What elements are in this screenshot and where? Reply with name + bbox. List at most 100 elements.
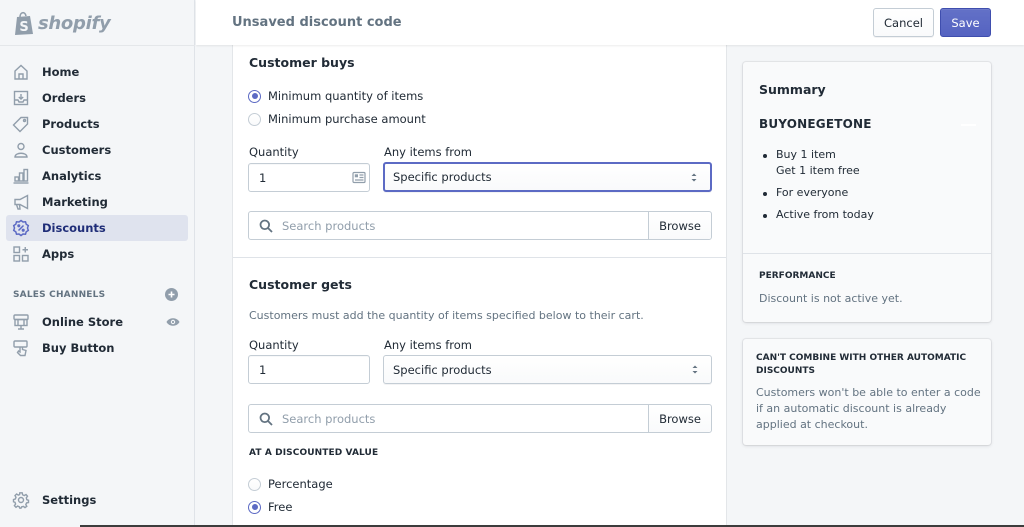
buys-quantity-input[interactable]: 1	[248, 163, 370, 192]
buys-quantity-label: Quantity	[249, 145, 299, 159]
combine-notice-card: CAN'T COMBINE WITH OTHER AUTOMATIC DISCO…	[743, 339, 991, 445]
summary-item: For everyone	[760, 185, 874, 201]
plus-circle-icon[interactable]	[165, 288, 178, 301]
performance-text: Discount is not active yet.	[759, 292, 903, 305]
sidebar-item-label: Online Store	[42, 315, 123, 329]
gets-quantity-value: 1	[259, 362, 267, 377]
gets-browse-button[interactable]: Browse	[648, 405, 711, 432]
gets-search-input[interactable]: Search products	[249, 405, 648, 432]
orders-inbox-icon	[12, 89, 30, 107]
settings-nav: Settings	[6, 487, 188, 513]
radio-free[interactable]: Free	[248, 500, 292, 514]
page-title: Unsaved discount code	[232, 15, 402, 30]
code-decoration	[961, 124, 976, 126]
buys-items-from-label: Any items from	[384, 145, 473, 159]
summary-item: Buy 1 item Get 1 item free	[760, 147, 874, 179]
discount-form-card: Customer buys Minimum quantity of items …	[232, 45, 727, 527]
tag-icon	[12, 115, 30, 133]
sidebar-item-buy-button[interactable]: Buy Button	[6, 335, 188, 361]
gets-product-search: Search products Browse	[248, 404, 712, 433]
top-bar: Unsaved discount code Cancel Save	[196, 0, 1024, 45]
search-placeholder: Search products	[282, 218, 376, 233]
cancel-button[interactable]: Cancel	[873, 8, 934, 37]
sidebar-item-settings[interactable]: Settings	[6, 487, 188, 513]
sidebar-item-orders[interactable]: Orders	[6, 85, 188, 111]
gets-items-from-value: Specific products	[393, 362, 492, 377]
sidebar-item-customers[interactable]: Customers	[6, 137, 188, 163]
sidebar-item-products[interactable]: Products	[6, 111, 188, 137]
home-icon	[12, 63, 30, 81]
sidebar-item-label: Orders	[42, 91, 86, 105]
gear-icon	[12, 491, 30, 509]
apps-grid-icon	[12, 245, 30, 263]
radio-button-checked[interactable]	[248, 500, 261, 514]
summary-line: Active from today	[776, 208, 874, 221]
shopify-logo[interactable]: S shopify	[13, 9, 111, 37]
buys-browse-button[interactable]: Browse	[648, 212, 711, 239]
sidebar-item-label: Discounts	[42, 221, 106, 235]
gets-items-from-select[interactable]: Specific products	[383, 355, 712, 384]
divider	[0, 45, 195, 46]
sales-channels-title: SALES CHANNELS	[13, 289, 106, 300]
main-nav: Home Orders Products Customers Analytics	[6, 59, 188, 267]
svg-text:S: S	[19, 20, 28, 35]
buys-search-input[interactable]: Search products	[249, 212, 648, 239]
radio-minimum-purchase-amount[interactable]: Minimum purchase amount	[248, 112, 426, 126]
summary-item: Active from today	[760, 207, 874, 223]
summary-title: Summary	[759, 82, 826, 97]
shopify-bag-icon: S	[15, 11, 33, 35]
select-arrows-icon	[692, 365, 698, 374]
sidebar: S shopify Home Orders Products Customers…	[0, 0, 195, 527]
radio-button[interactable]	[248, 112, 261, 126]
customer-gets-title: Customer gets	[249, 277, 352, 292]
sidebar-item-analytics[interactable]: Analytics	[6, 163, 188, 189]
sidebar-item-discounts[interactable]: Discounts	[6, 215, 188, 241]
buys-items-from-value: Specific products	[393, 170, 492, 184]
radio-label: Percentage	[268, 477, 333, 491]
radio-label: Free	[268, 500, 293, 514]
eye-icon[interactable]	[166, 317, 180, 327]
person-icon	[12, 141, 30, 159]
buys-items-from-select[interactable]: Specific products	[383, 162, 712, 192]
bar-chart-icon	[12, 167, 30, 185]
discount-code-name: BUYONEGETONE	[759, 117, 872, 131]
radio-button[interactable]	[248, 477, 261, 491]
combine-text: Customers won't be able to enter a code …	[756, 386, 981, 431]
sales-channels-header: SALES CHANNELS	[13, 288, 178, 301]
buys-product-search: Search products Browse	[248, 211, 712, 240]
radio-minimum-quantity[interactable]: Minimum quantity of items	[248, 89, 423, 103]
card-divider	[743, 253, 991, 254]
sidebar-item-label: Customers	[42, 143, 112, 157]
sidebar-item-label: Apps	[42, 247, 75, 261]
buy-button-icon	[12, 339, 30, 357]
discounted-value-label: AT A DISCOUNTED VALUE	[249, 448, 379, 458]
radio-label: Minimum quantity of items	[268, 89, 424, 103]
customer-gets-help-text: Customers must add the quantity of items…	[249, 309, 644, 322]
brand-name: shopify	[38, 12, 111, 34]
combine-title: CAN'T COMBINE WITH OTHER AUTOMATIC DISCO…	[756, 353, 967, 376]
sidebar-item-home[interactable]: Home	[6, 59, 188, 85]
sidebar-item-online-store[interactable]: Online Store	[6, 309, 188, 335]
radio-label: Minimum purchase amount	[268, 112, 426, 126]
select-arrows-icon	[691, 173, 697, 182]
radio-percentage[interactable]: Percentage	[248, 477, 333, 491]
storefront-icon	[12, 313, 30, 331]
sidebar-item-marketing[interactable]: Marketing	[6, 189, 188, 215]
sidebar-item-label: Analytics	[42, 169, 102, 183]
summary-line: For everyone	[776, 186, 849, 199]
radio-button-checked[interactable]	[248, 89, 261, 103]
search-placeholder: Search products	[282, 411, 376, 426]
sidebar-item-label: Home	[42, 65, 80, 79]
sidebar-item-label: Settings	[42, 493, 97, 507]
summary-card: Summary BUYONEGETONE Buy 1 item Get 1 it…	[743, 62, 991, 322]
gets-quantity-input[interactable]: 1	[248, 355, 370, 384]
megaphone-icon	[12, 193, 30, 211]
performance-title: PERFORMANCE	[759, 271, 836, 281]
sidebar-item-apps[interactable]: Apps	[6, 241, 188, 267]
sidebar-item-label: Buy Button	[42, 341, 115, 355]
contact-card-icon	[352, 171, 366, 184]
save-button[interactable]: Save	[940, 8, 991, 37]
discount-badge-icon	[12, 219, 30, 237]
gets-quantity-label: Quantity	[249, 338, 299, 352]
section-divider	[233, 257, 726, 258]
